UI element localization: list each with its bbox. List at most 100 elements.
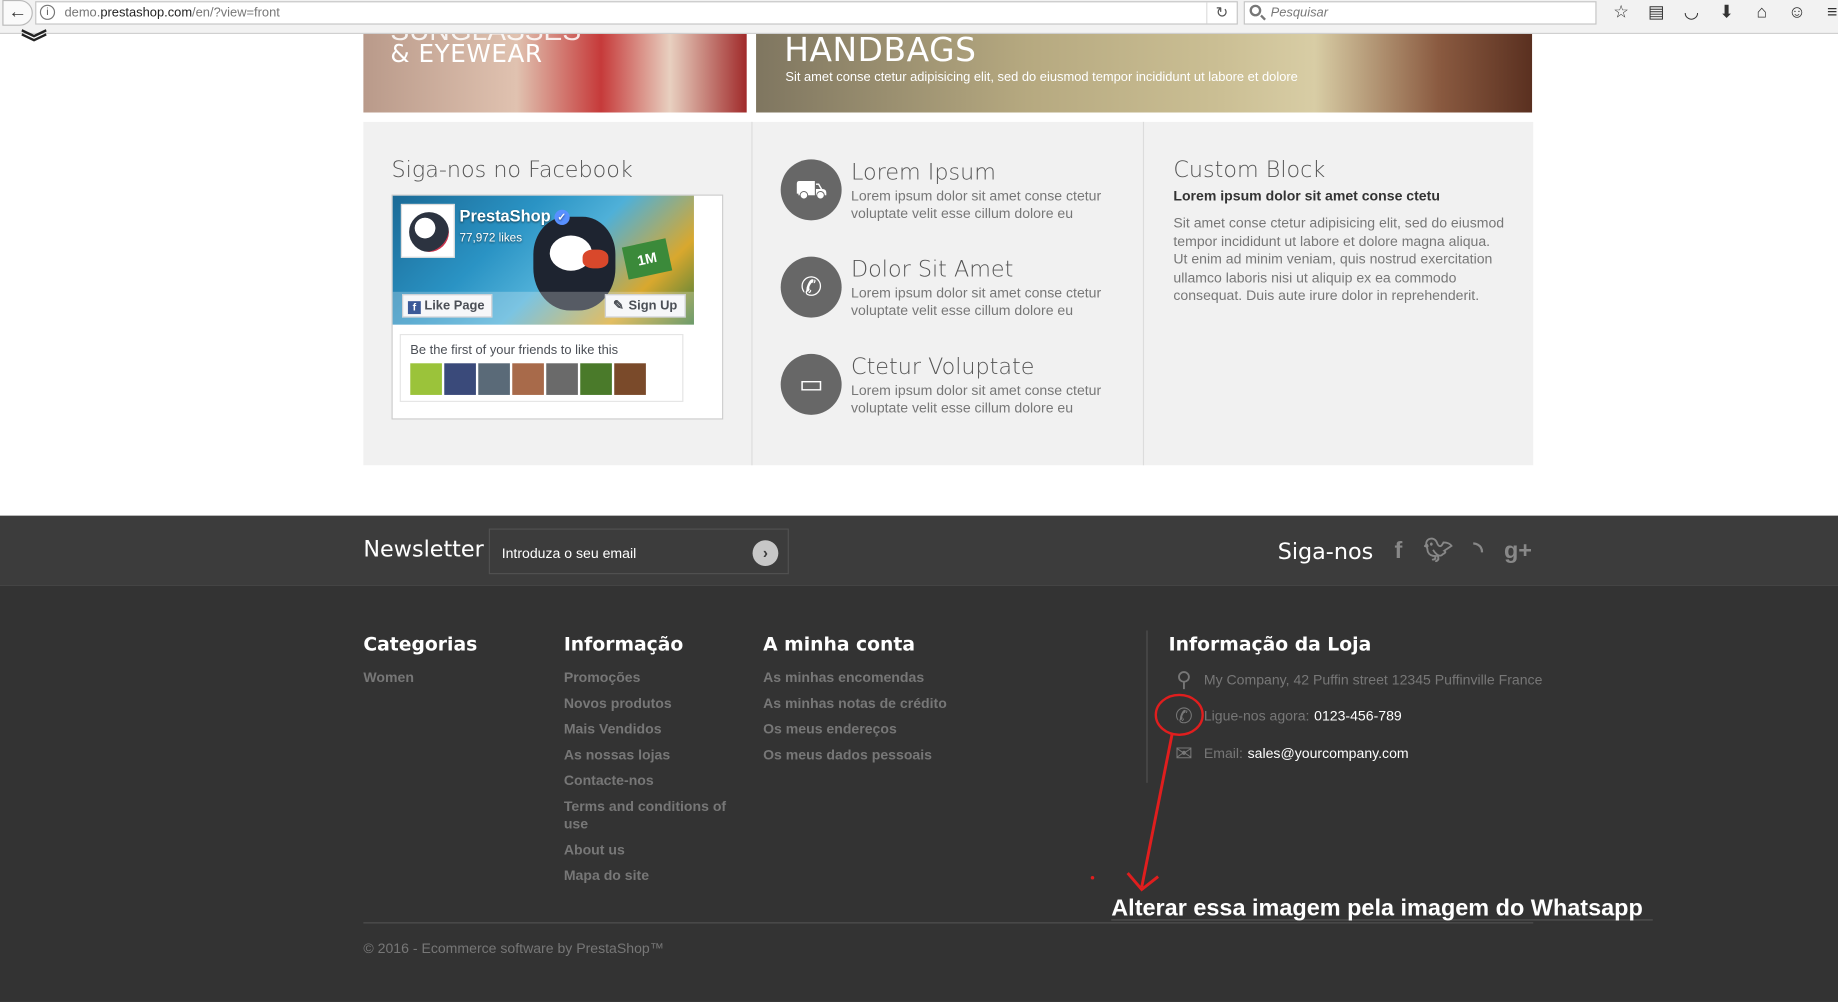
download-icon[interactable]: ⬇ xyxy=(1709,0,1744,26)
footer-categories: Categorias Women xyxy=(363,633,477,695)
store-phone-text: Ligue-nos agora: 0123-456-789 xyxy=(1203,707,1402,725)
bookmark-star-icon[interactable]: ☆ xyxy=(1604,0,1639,26)
facebook-block-title: Siga-nos no Facebook xyxy=(391,157,633,183)
site-info-icon[interactable]: i xyxy=(39,4,56,20)
banner-handbags[interactable]: HANDBAGS Sit amet conse ctetur adipisici… xyxy=(756,33,1533,113)
footer-link[interactable]: Mapa do site xyxy=(564,867,728,885)
chat-icon[interactable]: ☺ xyxy=(1779,0,1814,26)
store-email-text[interactable]: Email: sales@yourcompany.com xyxy=(1204,745,1409,761)
footer-store-info: Informação da Loja xyxy=(1169,633,1372,669)
map-marker-icon: ⚲ xyxy=(1176,667,1192,692)
custom-block-subtitle: Lorem ipsum dolor sit amet conse ctetu xyxy=(1173,187,1440,204)
friend-avatar[interactable] xyxy=(580,363,612,395)
credit-card-icon: ▭ xyxy=(780,353,842,415)
footer-link[interactable]: Terms and conditions of use xyxy=(564,798,728,833)
friend-avatar[interactable] xyxy=(512,363,544,395)
footer-divider xyxy=(1146,630,1148,783)
rss-icon[interactable]: ◝ xyxy=(1458,537,1498,565)
custom-block-title: Custom Block xyxy=(1173,157,1326,183)
footer-link[interactable]: Contacte-nos xyxy=(564,772,728,790)
friend-avatar[interactable] xyxy=(614,363,646,395)
home-icon[interactable]: ⌂ xyxy=(1744,0,1779,26)
feature-text: Lorem ipsum dolor sit amet conse ctetur … xyxy=(851,284,1102,319)
envelope-icon: ✉ xyxy=(1175,741,1193,766)
search-icon xyxy=(1249,4,1262,17)
features-block: ⛟ Lorem Ipsum Lorem ipsum dolor sit amet… xyxy=(753,121,1145,466)
facebook-likes-count: 77,972 likes xyxy=(459,232,523,245)
browser-toolbar-icons: ☆ ▤ ◡ ⬇ ⌂ ☺ ≡ xyxy=(1604,0,1838,26)
friend-avatar[interactable] xyxy=(444,363,476,395)
footer-link[interactable]: Women xyxy=(363,669,477,687)
facebook-page-name[interactable]: PrestaShop ✓ xyxy=(460,206,570,226)
facebook-friends-box: Be the first of your friends to like thi… xyxy=(399,333,684,402)
social-title: Siga-nos xyxy=(1277,539,1374,565)
facebook-icon: f xyxy=(407,301,421,315)
feature-text: Lorem ipsum dolor sit amet conse ctetur … xyxy=(851,187,1102,222)
facebook-widget: 1M PrestaShop ✓ 77,972 likes f Like Page ✎… xyxy=(391,194,724,420)
annotation-text: Alterar essa imagem pela imagem do Whats… xyxy=(1111,895,1643,922)
footer-link[interactable]: Novos produtos xyxy=(564,695,728,713)
footer-link[interactable]: Os meus endereços xyxy=(763,721,947,739)
back-button[interactable]: ← xyxy=(2,0,33,26)
facebook-cover-image[interactable]: 1M PrestaShop ✓ 77,972 likes f Like Page ✎… xyxy=(392,195,694,325)
banner-sunglasses[interactable]: SUNGLASSES & EYEWEAR xyxy=(363,33,747,113)
banner-right-subtitle: Sit amet conse ctetur adipisicing elit, … xyxy=(785,70,1298,85)
page: ← i demo.prestashop.com/en/?view=front ↻… xyxy=(0,0,1838,1002)
footer-link[interactable]: Os meus dados pessoais xyxy=(763,747,947,765)
browser-search-box[interactable]: Pesquisar xyxy=(1243,1,1597,25)
search-placeholder: Pesquisar xyxy=(1270,5,1329,20)
url-text: demo.prestashop.com/en/?view=front xyxy=(64,5,280,20)
home-info-blocks: Siga-nos no Facebook 1M PrestaShop ✓ 77,9… xyxy=(363,121,1534,466)
newsletter-email-input[interactable]: Introduza o seu email › xyxy=(488,528,789,575)
prestashop-logo-icon xyxy=(409,212,449,252)
feature-title: Ctetur Voluptate xyxy=(851,353,1035,380)
facebook-signup-button[interactable]: ✎ Sign Up xyxy=(604,294,686,318)
cover-badge: 1M xyxy=(621,238,673,280)
menu-icon[interactable]: ≡ xyxy=(1815,0,1838,26)
feature-title: Dolor Sit Amet xyxy=(851,256,1014,283)
friend-avatars xyxy=(410,363,646,395)
facebook-like-button[interactable]: f Like Page xyxy=(402,294,493,318)
twitter-icon[interactable]: 🐦︎ xyxy=(1418,537,1458,565)
feature-item: ✆ Dolor Sit Amet Lorem ipsum dolor sit a… xyxy=(780,256,1121,327)
custom-block-text: Sit amet conse ctetur adipisicing elit, … xyxy=(1173,214,1505,304)
friend-avatar[interactable] xyxy=(410,363,442,395)
facebook-block: Siga-nos no Facebook 1M PrestaShop ✓ 77,9… xyxy=(363,121,753,466)
copyright: © 2016 - Ecommerce software by PrestaSho… xyxy=(363,939,664,957)
custom-block: Custom Block Lorem ipsum dolor sit amet … xyxy=(1144,122,1533,465)
friend-avatar[interactable] xyxy=(478,363,510,395)
footer-categories-title: Categorias xyxy=(363,632,478,656)
footer-link[interactable]: About us xyxy=(564,841,728,859)
phone-icon: ✆ xyxy=(1175,704,1193,728)
footer-information-title: Informação xyxy=(563,632,684,656)
pocket-icon[interactable]: ◡ xyxy=(1674,0,1709,26)
footer-information: Informação Promoções Novos produtos Mais… xyxy=(564,633,728,893)
phone-icon: ✆ xyxy=(780,256,842,318)
chevron-double-down-icon[interactable]: ︾ xyxy=(21,30,54,66)
arrow-right-icon[interactable]: › xyxy=(752,540,779,567)
google-plus-icon[interactable]: g+ xyxy=(1498,537,1538,565)
browser-toolbar: ← i demo.prestashop.com/en/?view=front ↻… xyxy=(0,0,1838,34)
reload-icon[interactable]: ↻ xyxy=(1206,2,1236,24)
newsletter-title: Newsletter xyxy=(363,536,484,563)
facebook-friends-text: Be the first of your friends to like thi… xyxy=(410,343,619,358)
footer-account: A minha conta As minhas encomendas As mi… xyxy=(763,633,947,772)
address-bar[interactable]: i demo.prestashop.com/en/?view=front ↻ xyxy=(35,1,1238,25)
footer-link[interactable]: As minhas notas de crédito xyxy=(763,695,947,713)
facebook-avatar[interactable] xyxy=(400,203,455,258)
friend-avatar[interactable] xyxy=(546,363,578,395)
reading-list-icon[interactable]: ▤ xyxy=(1639,0,1674,26)
footer-link[interactable]: As nossas lojas xyxy=(564,747,728,765)
footer-link[interactable]: As minhas encomendas xyxy=(763,669,947,687)
footer-link[interactable]: Promoções xyxy=(564,669,728,687)
newsletter-bar: Newsletter Introduza o seu email › Siga-… xyxy=(0,515,1838,586)
social-links: f 🐦︎ ◝ g+ xyxy=(1379,537,1538,565)
facebook-icon[interactable]: f xyxy=(1379,537,1419,565)
pencil-icon: ✎ xyxy=(613,298,624,313)
feature-item: ▭ Ctetur Voluptate Lorem ipsum dolor sit… xyxy=(780,353,1121,424)
store-address-text: My Company, 42 Puffin street 12345 Puffi… xyxy=(1203,671,1543,688)
banner-right-title: HANDBAGS xyxy=(784,33,977,70)
footer-link[interactable]: Mais Vendidos xyxy=(564,721,728,739)
feature-item: ⛟ Lorem Ipsum Lorem ipsum dolor sit amet… xyxy=(780,159,1121,229)
feature-text: Lorem ipsum dolor sit amet conse ctetur … xyxy=(851,382,1102,417)
